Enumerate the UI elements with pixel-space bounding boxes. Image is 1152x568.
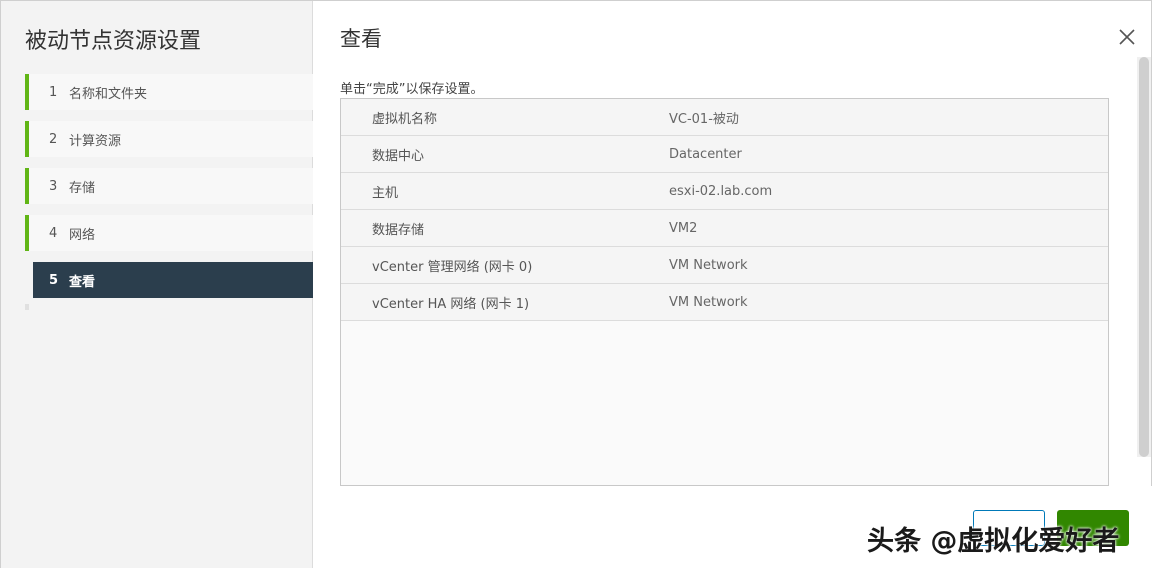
step-label: 计算资源: [69, 133, 122, 149]
step-label: 名称和文件夹: [69, 86, 148, 102]
scroll-thumb[interactable]: [1139, 57, 1149, 457]
wizard-dialog: 被动节点资源设置 1 名称和文件夹 2 计算资源 3 存储 4 网络 5 查看: [0, 0, 1152, 568]
step-number: 5: [49, 272, 59, 288]
wizard-title: 被动节点资源设置: [25, 29, 202, 54]
row-key: 数据存储: [372, 222, 425, 238]
table-row: 主机 esxi-02.lab.com: [341, 173, 1108, 210]
step-review[interactable]: 5 查看: [33, 262, 313, 298]
step-label: 网络: [69, 227, 96, 243]
wizard-sidebar: 被动节点资源设置 1 名称和文件夹 2 计算资源 3 存储 4 网络 5 查看: [1, 1, 313, 568]
row-value: Datacenter: [669, 146, 742, 162]
table-row: vCenter 管理网络 (网卡 0) VM Network: [341, 247, 1108, 284]
step-number: 3: [49, 178, 58, 194]
step-number: 4: [49, 225, 58, 241]
table-row: vCenter HA 网络 (网卡 1) VM Network: [341, 284, 1108, 321]
step-network[interactable]: 4 网络: [25, 215, 313, 251]
instruction-text: 单击“完成”以保存设置。: [340, 82, 484, 97]
close-icon[interactable]: [1115, 25, 1139, 49]
step-label: 查看: [69, 274, 96, 290]
nav-divider: [25, 304, 29, 310]
row-value: VM Network: [669, 294, 748, 310]
step-label: 存储: [69, 180, 96, 196]
page-title: 查看: [340, 27, 382, 51]
step-number: 1: [49, 84, 58, 100]
step-number: 2: [49, 131, 58, 147]
row-key: vCenter HA 网络 (网卡 1): [372, 296, 530, 312]
step-storage[interactable]: 3 存储: [25, 168, 313, 204]
wizard-content: 查看 单击“完成”以保存设置。 虚拟机名称 VC-01-被动 数据中心 Data…: [313, 1, 1152, 568]
summary-table: 虚拟机名称 VC-01-被动 数据中心 Datacenter 主机 esxi-0…: [340, 98, 1109, 486]
watermark: 头条 @虚拟化爱好者: [867, 526, 1120, 557]
row-value: VM2: [669, 220, 698, 236]
vertical-scrollbar[interactable]: [1137, 57, 1151, 457]
row-key: 主机: [372, 185, 399, 201]
row-value: VM Network: [669, 257, 748, 273]
row-key: 虚拟机名称: [372, 111, 438, 127]
table-row: 数据存储 VM2: [341, 210, 1108, 247]
table-row: 虚拟机名称 VC-01-被动: [341, 99, 1108, 136]
step-name-folder[interactable]: 1 名称和文件夹: [25, 74, 313, 110]
table-row: 数据中心 Datacenter: [341, 136, 1108, 173]
row-value: VC-01-被动: [669, 111, 739, 127]
row-key: 数据中心: [372, 148, 425, 164]
step-list: 1 名称和文件夹 2 计算资源 3 存储 4 网络 5 查看: [25, 74, 313, 309]
step-compute-resource[interactable]: 2 计算资源: [25, 121, 313, 157]
row-key: vCenter 管理网络 (网卡 0): [372, 259, 533, 275]
row-value: esxi-02.lab.com: [669, 183, 773, 199]
